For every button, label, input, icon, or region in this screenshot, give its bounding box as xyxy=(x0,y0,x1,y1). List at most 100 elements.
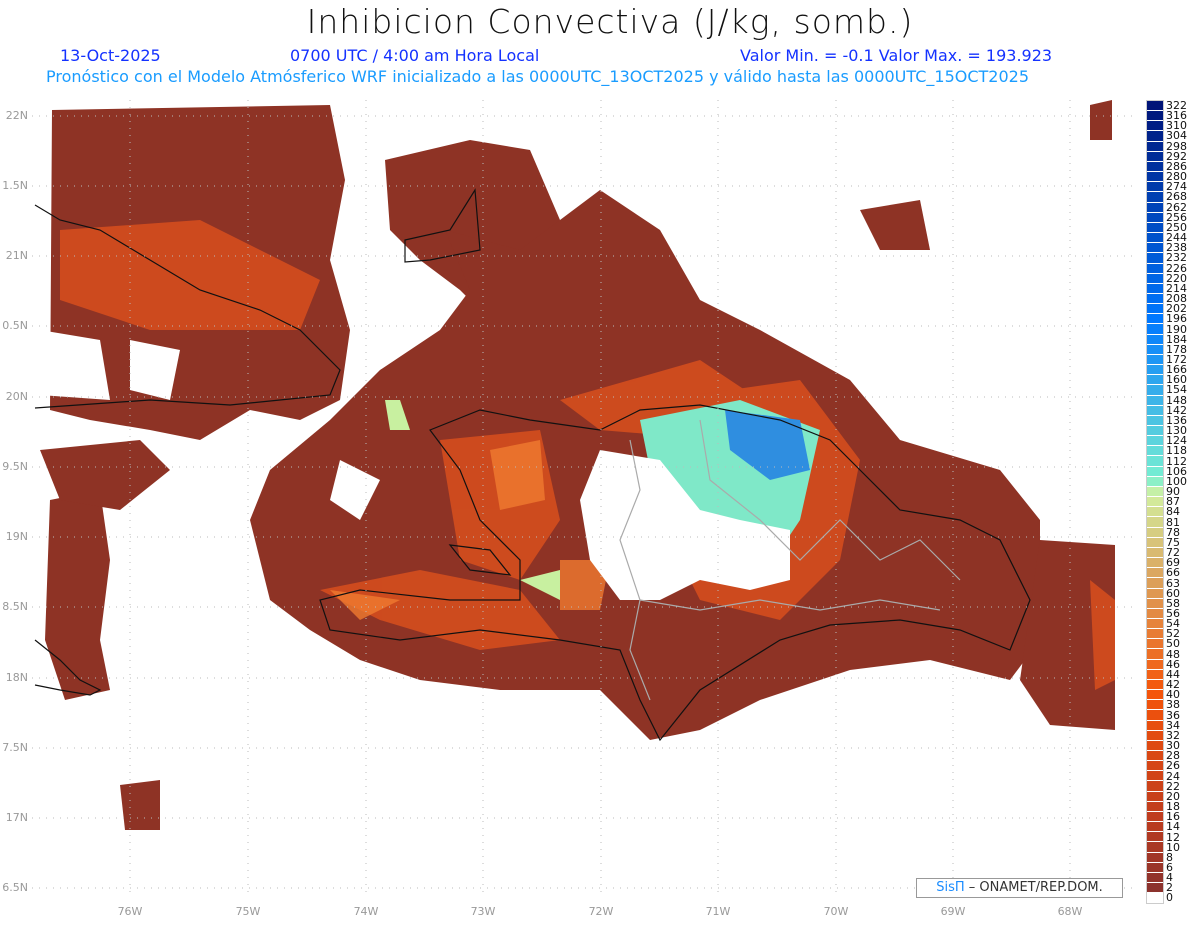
colorbar-swatch xyxy=(1147,486,1163,498)
south-field xyxy=(120,780,160,830)
jamaica-field xyxy=(45,490,110,700)
lat-label: 18N xyxy=(5,671,28,684)
far-ne-field xyxy=(1090,100,1112,140)
colorbar-swatch xyxy=(1147,283,1163,294)
colorbar-swatch xyxy=(1147,527,1163,538)
colorbar-swatch xyxy=(1147,222,1163,234)
colorbar-swatch xyxy=(1147,568,1163,579)
colorbar-swatch xyxy=(1147,537,1163,548)
lat-label: 21N xyxy=(5,249,28,262)
lat-label: 9.5N xyxy=(2,460,28,473)
colorbar-swatch xyxy=(1147,456,1163,467)
lat-label: 6.5N xyxy=(2,881,28,894)
colorbar-swatch xyxy=(1147,415,1163,426)
credit-text: – ONAMET/REP.DOM. xyxy=(964,880,1103,895)
lat-label: 17N xyxy=(5,811,28,824)
colorbar-swatch xyxy=(1147,263,1163,274)
colorbar-swatch xyxy=(1147,852,1163,863)
colorbar-swatch xyxy=(1147,446,1163,457)
lat-label: 0.5N xyxy=(2,319,28,332)
northeast-field xyxy=(860,200,930,250)
colorbar-swatch xyxy=(1147,131,1163,142)
colorbar-swatch xyxy=(1147,740,1163,751)
colorbar-swatch xyxy=(1147,436,1163,447)
colorbar-swatch xyxy=(1147,558,1163,569)
colorbar-swatch xyxy=(1147,618,1163,630)
credit-box: SisΠ – ONAMET/REP.DOM. xyxy=(916,878,1123,898)
colorbar-swatch xyxy=(1147,405,1163,416)
colorbar-swatch xyxy=(1147,791,1163,802)
colorbar-swatch xyxy=(1147,466,1163,477)
colorbar-swatch xyxy=(1147,172,1163,183)
colorbar-swatch xyxy=(1147,811,1163,823)
colorbar-swatch xyxy=(1147,801,1163,812)
lat-label: 8.5N xyxy=(2,600,28,613)
colorbar-swatch xyxy=(1147,101,1163,112)
lon-label: 76W xyxy=(117,905,143,918)
colorbar-swatch xyxy=(1147,629,1163,640)
colorbar-swatch xyxy=(1147,507,1163,518)
lon-label: 72W xyxy=(588,905,614,918)
colorbar-swatch xyxy=(1147,233,1163,244)
colorbar-swatch xyxy=(1147,883,1163,894)
lon-label: 71W xyxy=(705,905,731,918)
colorbar-swatch xyxy=(1147,690,1163,701)
colorbar-swatch xyxy=(1147,893,1163,904)
colorbar-swatch xyxy=(1147,822,1163,833)
colorbar-swatch xyxy=(1147,385,1163,396)
colorbar-swatch xyxy=(1147,730,1163,741)
colorbar-swatch xyxy=(1147,365,1163,376)
colorbar-swatch xyxy=(1147,344,1163,355)
colorbar-swatch xyxy=(1147,862,1163,873)
lon-label: 69W xyxy=(940,905,966,918)
colorbar-swatch xyxy=(1147,304,1163,315)
colorbar-swatch xyxy=(1147,781,1163,792)
lon-label: 68W xyxy=(1057,905,1083,918)
colorbar-swatch xyxy=(1147,608,1163,619)
colorbar-swatch xyxy=(1147,121,1163,132)
lon-label: 75W xyxy=(235,905,261,918)
colorbar-swatch xyxy=(1147,710,1163,721)
cin-map xyxy=(32,100,1135,897)
colorbar-swatch xyxy=(1147,395,1163,406)
colorbar-swatch xyxy=(1147,293,1163,305)
colorbar-swatch xyxy=(1147,354,1163,366)
colorbar-swatch xyxy=(1147,212,1163,223)
colorbar-swatch xyxy=(1147,872,1163,884)
colorbar-label: 0 xyxy=(1166,891,1173,905)
colorbar-swatch xyxy=(1147,476,1163,487)
colorbar-swatch xyxy=(1147,700,1163,711)
colorbar-swatch xyxy=(1147,375,1163,386)
colorbar-swatch xyxy=(1147,111,1163,122)
colorbar-swatch xyxy=(1147,517,1163,528)
lat-label: 19N xyxy=(5,530,28,543)
lat-label: 22N xyxy=(5,109,28,122)
colorbar-swatch xyxy=(1147,253,1163,264)
colorbar-swatch xyxy=(1147,598,1163,609)
colorbar-swatch xyxy=(1147,202,1163,213)
colorbar-swatch xyxy=(1147,842,1163,853)
colorbar-swatch xyxy=(1147,771,1163,782)
colorbar-swatch xyxy=(1147,314,1163,325)
colorbar-swatch xyxy=(1147,192,1163,203)
colorbar-swatch xyxy=(1147,334,1163,345)
colorbar-swatch xyxy=(1147,141,1163,152)
colorbar-swatch xyxy=(1147,588,1163,599)
lon-label: 70W xyxy=(823,905,849,918)
lon-label: 73W xyxy=(470,905,496,918)
colorbar-swatch xyxy=(1147,497,1163,508)
colorbar xyxy=(1146,100,1164,905)
sispi-logo: SisΠ xyxy=(936,880,965,895)
colorbar-swatch xyxy=(1147,547,1163,559)
colorbar-swatch xyxy=(1147,182,1163,193)
lat-label: 1.5N xyxy=(2,179,28,192)
colorbar-swatch xyxy=(1147,151,1163,162)
colorbar-swatch xyxy=(1147,751,1163,762)
colorbar-swatch xyxy=(1147,832,1163,843)
lat-label: 20N xyxy=(5,390,28,403)
colorbar-swatch xyxy=(1147,720,1163,731)
colorbar-swatch xyxy=(1147,243,1163,254)
lat-label: 7.5N xyxy=(2,741,28,754)
colorbar-swatch xyxy=(1147,679,1163,691)
colorbar-swatch xyxy=(1147,761,1163,772)
